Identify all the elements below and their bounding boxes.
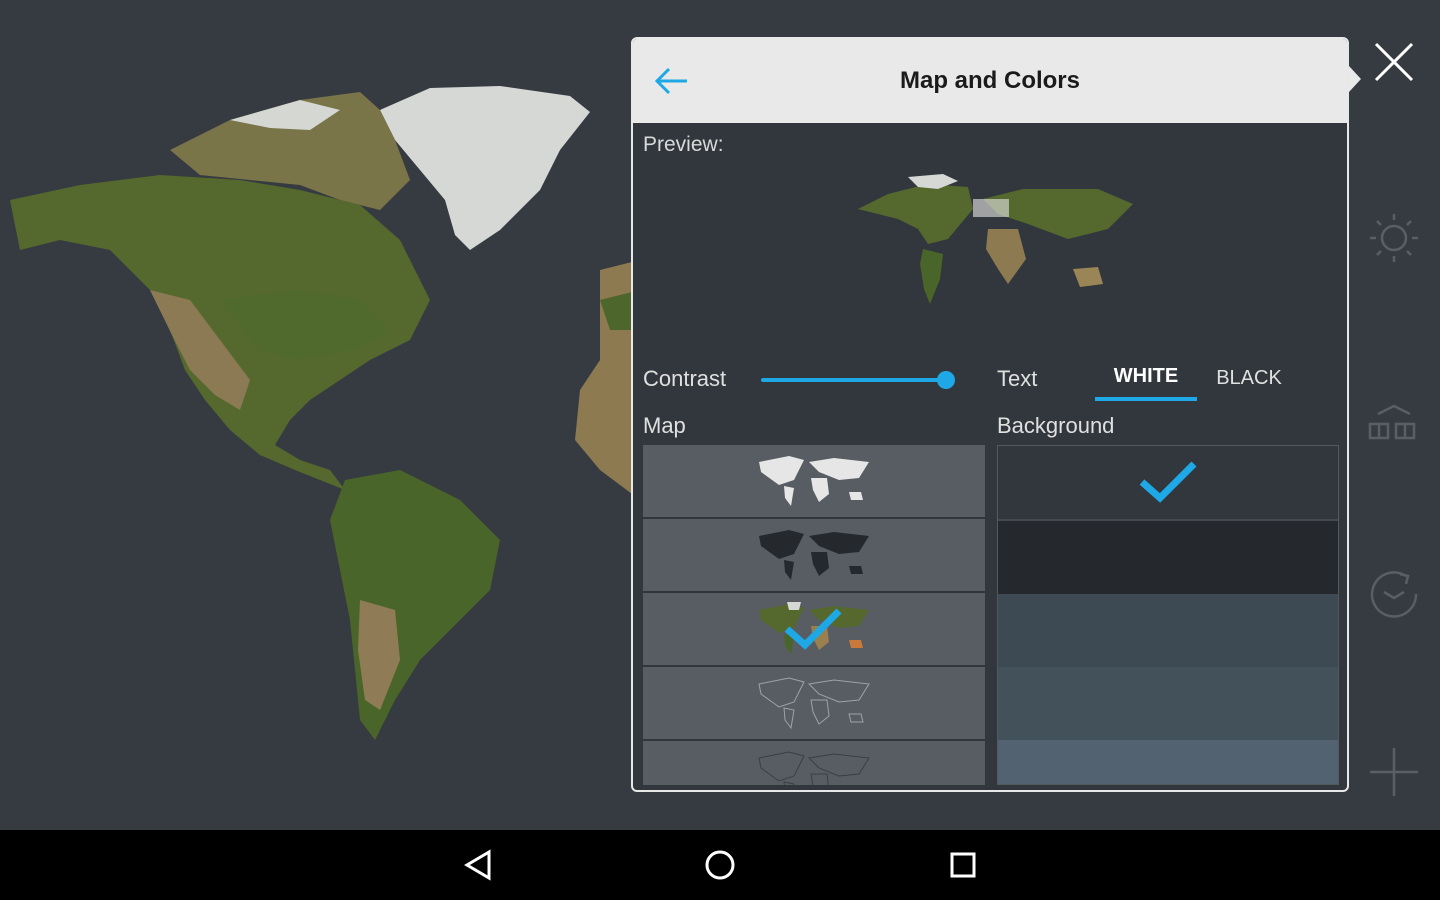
text-white-option[interactable]: WHITE [1095,355,1197,401]
background-color-list[interactable] [997,445,1339,785]
map-style-white[interactable] [643,445,985,519]
preview-label: Preview: [643,133,724,156]
close-icon[interactable] [1362,30,1426,94]
map-style-list[interactable] [643,445,985,785]
checkmark-icon [783,607,843,651]
map-style-dark-outline[interactable] [643,741,985,785]
map-colors-panel: Map and Colors Preview: Contrast Text WH… [631,37,1349,792]
back-triangle-icon[interactable] [450,842,506,888]
text-label: Text [997,366,1038,391]
preview-map [848,169,1138,324]
panel-header: Map and Colors [633,39,1347,123]
bg-color-option-3[interactable] [998,594,1338,667]
map-label: Map [643,413,686,438]
bg-color-option-4[interactable] [998,667,1338,740]
contrast-slider[interactable] [761,368,955,392]
sun-icon[interactable] [1362,206,1426,270]
slider-thumb[interactable] [937,371,955,389]
bg-color-option-2[interactable] [998,521,1338,594]
panel-pointer [1349,66,1361,92]
side-rail [1348,0,1440,830]
recents-square-icon[interactable] [935,842,991,888]
alarm-calendar-icon[interactable] [1362,390,1426,454]
map-style-satellite[interactable] [643,593,985,667]
home-circle-icon[interactable] [692,842,748,888]
background-label: Background [997,413,1115,438]
plus-icon[interactable] [1362,740,1426,804]
text-black-option[interactable]: BLACK [1205,355,1293,401]
panel-title: Map and Colors [899,67,1080,94]
bg-color-option-1[interactable] [998,446,1338,521]
map-style-dark[interactable] [643,519,985,593]
clock-sync-icon[interactable] [1362,562,1426,626]
arrow-left-icon[interactable] [649,61,693,101]
contrast-label: Contrast [643,366,727,391]
system-nav-bar [0,830,1440,900]
checkmark-icon [1138,460,1198,509]
bg-color-option-5[interactable] [998,740,1338,784]
slider-track [761,378,953,382]
map-style-outline[interactable] [643,667,985,741]
